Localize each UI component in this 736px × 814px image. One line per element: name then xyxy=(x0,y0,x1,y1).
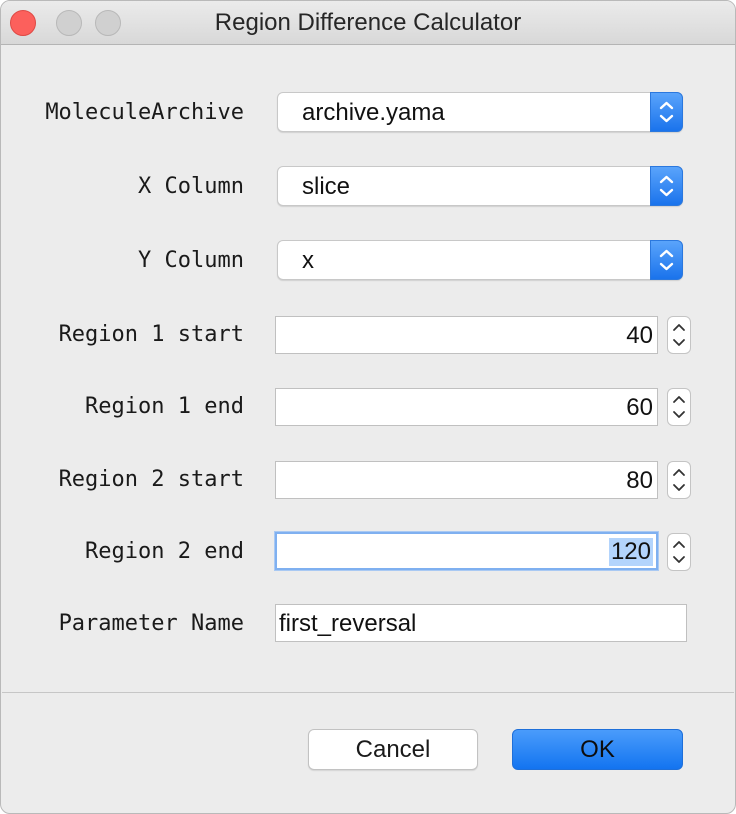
chevron-up-down-icon xyxy=(650,240,683,280)
region2-end-label: Region 2 end xyxy=(85,539,244,564)
x-column-label: X Column xyxy=(138,174,244,199)
x-column-select-value: slice xyxy=(302,173,351,200)
parameter-name-label: Parameter Name xyxy=(58,611,244,636)
y-column-label: Y Column xyxy=(138,248,244,273)
window-title: Region Difference Calculator xyxy=(214,9,522,36)
x-column-select[interactable]: slice xyxy=(277,166,683,206)
region1-start-label: Region 1 start xyxy=(58,322,244,347)
region1-start-field[interactable]: 40 xyxy=(275,316,658,354)
chevron-up-down-icon xyxy=(650,166,683,206)
stepper-arrows-icon xyxy=(673,469,685,491)
region1-end-field[interactable]: 60 xyxy=(275,388,658,426)
region2-end-value: 120 xyxy=(608,538,653,566)
archive-label: MoleculeArchive xyxy=(45,100,244,125)
stepper-arrows-icon xyxy=(673,541,685,563)
region1-end-stepper[interactable] xyxy=(667,388,691,426)
dialog-window: Region Difference Calculator MoleculeArc… xyxy=(0,0,736,814)
stepper-arrows-icon xyxy=(673,396,685,418)
region1-start-value: 40 xyxy=(626,322,653,349)
parameter-name-value: first_reversal xyxy=(279,610,417,637)
region1-end-value: 60 xyxy=(626,394,653,421)
y-column-select-value: x xyxy=(302,247,314,274)
title-bar[interactable]: Region Difference Calculator xyxy=(1,1,735,45)
region2-end-field[interactable]: 120 xyxy=(275,532,658,570)
ok-button[interactable]: OK xyxy=(512,729,683,770)
y-column-select[interactable]: x xyxy=(277,240,683,280)
archive-select-value: archive.yama xyxy=(302,99,445,126)
stepper-arrows-icon xyxy=(673,324,685,346)
region2-start-stepper[interactable] xyxy=(667,461,691,499)
region2-start-value: 80 xyxy=(626,467,653,494)
region2-end-stepper[interactable] xyxy=(667,533,691,571)
parameter-name-field[interactable]: first_reversal xyxy=(275,604,687,642)
region1-end-label: Region 1 end xyxy=(85,394,244,419)
region2-start-label: Region 2 start xyxy=(58,467,244,492)
region1-start-stepper[interactable] xyxy=(667,316,691,354)
region2-start-field[interactable]: 80 xyxy=(275,461,658,499)
archive-select[interactable]: archive.yama xyxy=(277,92,683,132)
form-panel: MoleculeArchive archive.yama X Column sl… xyxy=(2,45,734,693)
cancel-button[interactable]: Cancel xyxy=(308,729,478,770)
chevron-up-down-icon xyxy=(650,92,683,132)
